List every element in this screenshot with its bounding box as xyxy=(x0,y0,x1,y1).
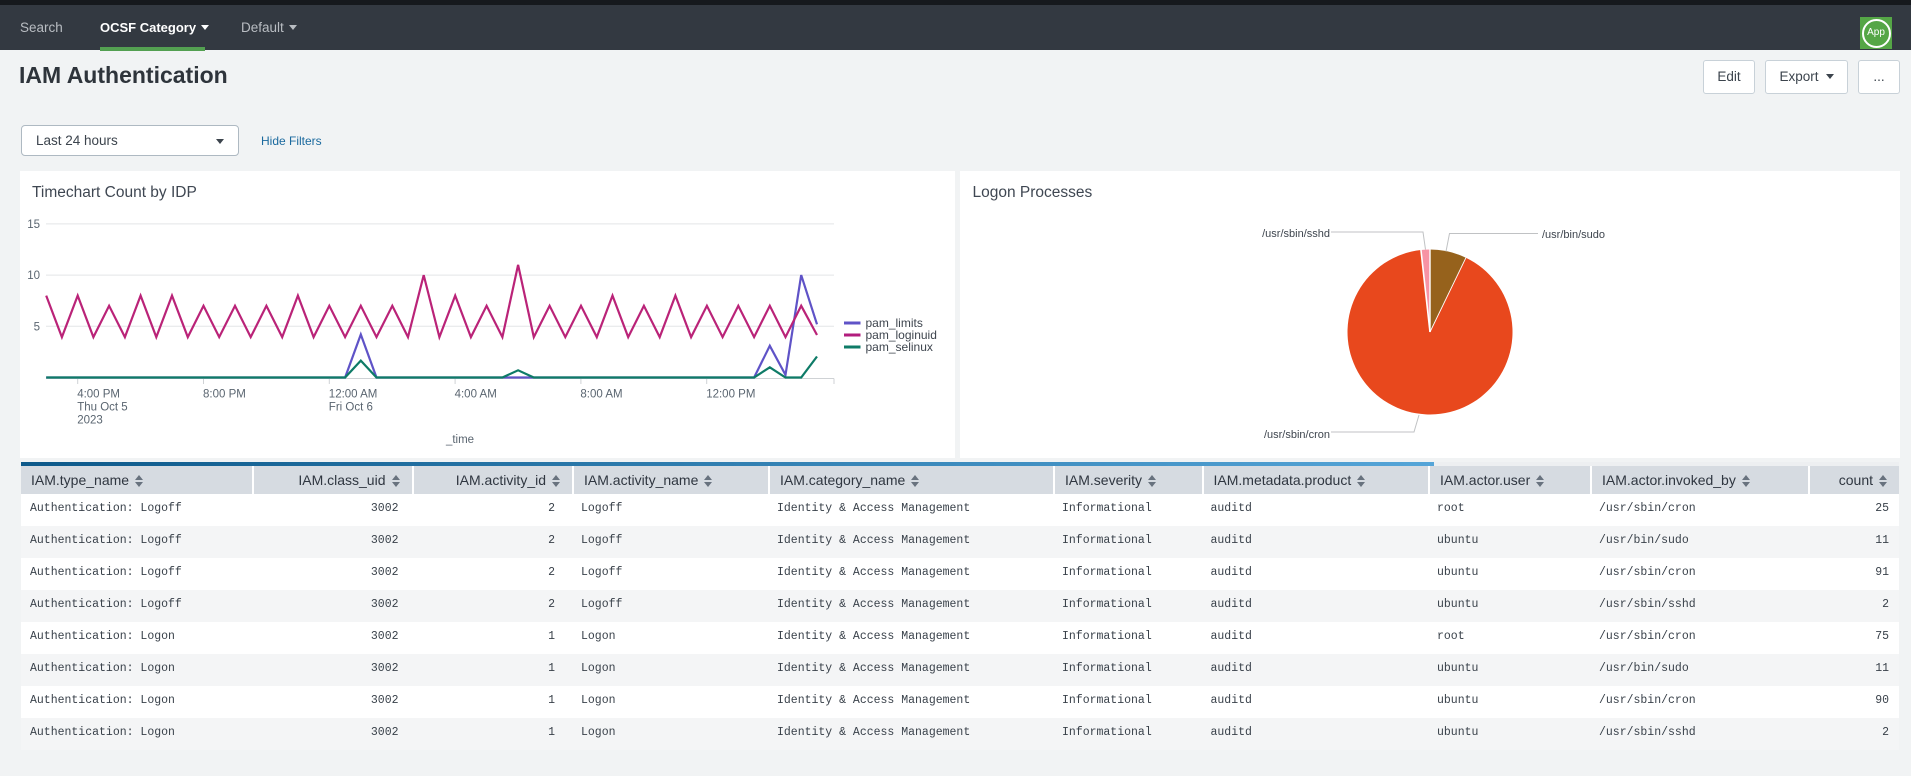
svg-text:4:00 PM: 4:00 PM xyxy=(77,389,120,401)
svg-text:2023: 2023 xyxy=(77,415,103,427)
svg-text:8:00 AM: 8:00 AM xyxy=(580,389,622,401)
svg-text:_time: _time xyxy=(445,434,474,446)
svg-text:/usr/bin/sudo: /usr/bin/sudo xyxy=(1542,229,1605,241)
svg-text:4:00 AM: 4:00 AM xyxy=(455,389,497,401)
svg-text:/usr/sbin/cron: /usr/sbin/cron xyxy=(1264,429,1330,441)
svg-text:pam_selinux: pam_selinux xyxy=(866,340,933,354)
svg-text:Thu Oct 5: Thu Oct 5 xyxy=(77,402,128,414)
svg-text:/usr/sbin/sshd: /usr/sbin/sshd xyxy=(1262,228,1330,240)
svg-text:15: 15 xyxy=(27,219,40,231)
svg-text:10: 10 xyxy=(27,270,40,282)
svg-text:Fri Oct 6: Fri Oct 6 xyxy=(329,402,373,414)
svg-text:12:00 AM: 12:00 AM xyxy=(329,389,378,401)
svg-text:12:00 PM: 12:00 PM xyxy=(706,389,755,401)
svg-text:5: 5 xyxy=(34,321,40,333)
svg-text:8:00 PM: 8:00 PM xyxy=(203,389,246,401)
